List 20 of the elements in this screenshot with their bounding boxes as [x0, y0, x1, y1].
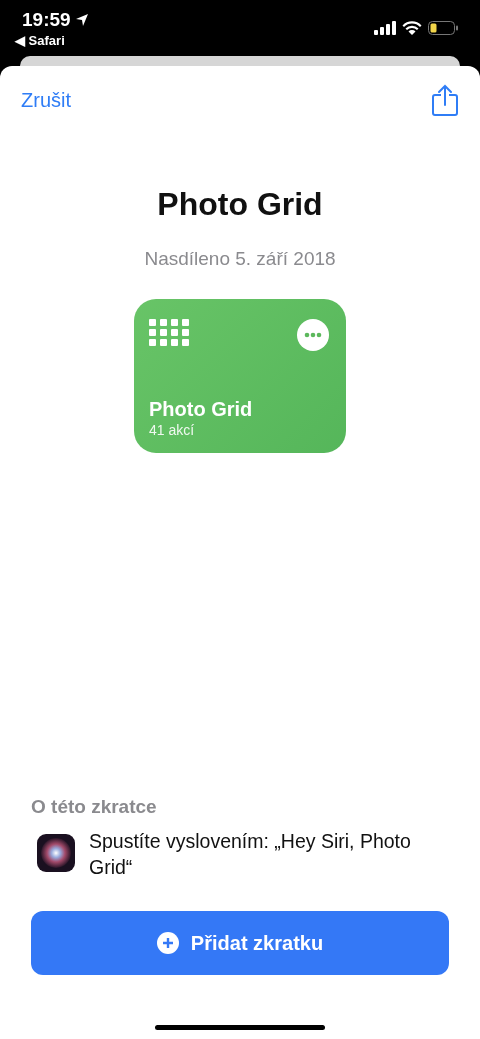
cancel-button[interactable]: Zrušit: [21, 88, 71, 112]
grid-icon: [149, 319, 189, 347]
card-title: Photo Grid: [149, 398, 254, 421]
add-shortcut-button[interactable]: Přidat zkratku: [31, 911, 449, 975]
shortcut-card[interactable]: Photo Grid 41 akcí: [134, 299, 346, 453]
siri-phrase: Spustíte vyslovením: „Hey Siri, Photo Grid“: [89, 829, 412, 880]
battery-icon: [428, 21, 458, 35]
share-icon[interactable]: [432, 84, 458, 116]
plus-icon: [156, 932, 179, 954]
signal-icon: [374, 21, 396, 35]
back-to-app-link[interactable]: ◀ Safari: [15, 33, 89, 48]
section-heading: O této zkratce: [31, 796, 158, 818]
siri-icon: [37, 834, 75, 872]
status-time: 19:59: [22, 9, 71, 31]
shared-date: Nasdíleno 5. září 2018: [144, 248, 336, 270]
card-subtitle: 41 akcí: [149, 422, 196, 438]
location-arrow-icon: [74, 13, 89, 27]
shortcut-title: Photo Grid: [157, 186, 323, 223]
wifi-icon: [402, 21, 422, 35]
more-icon[interactable]: [297, 319, 329, 351]
